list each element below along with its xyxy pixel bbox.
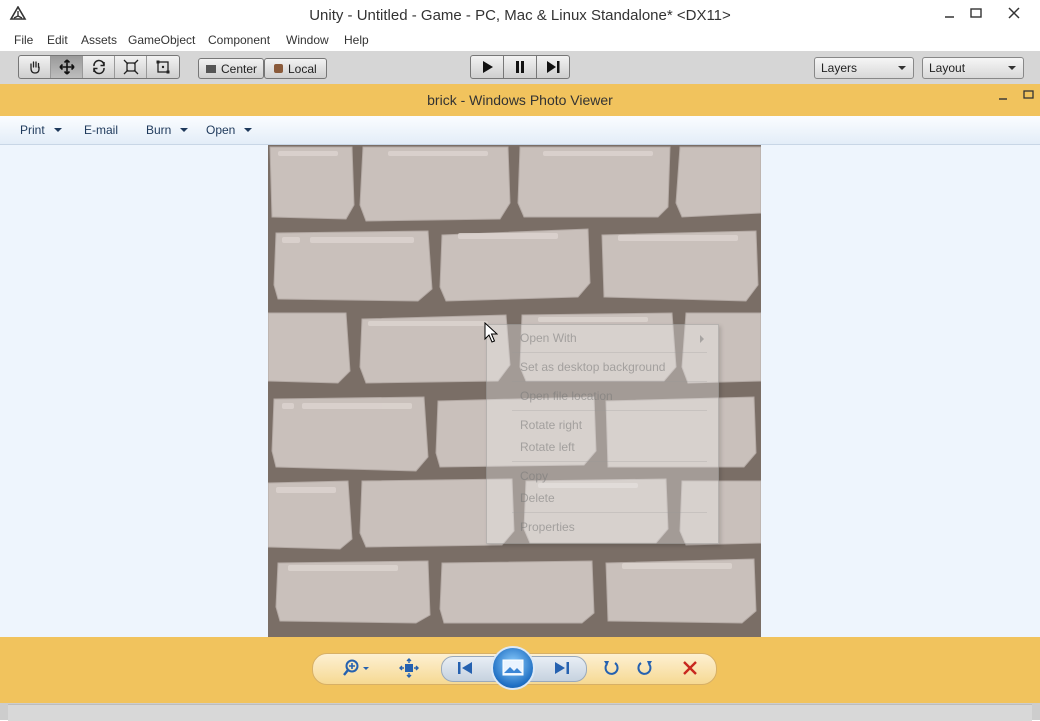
photo-viewer-title: brick - Windows Photo Viewer bbox=[427, 92, 613, 108]
delete-button[interactable] bbox=[679, 658, 701, 678]
rect-tool-icon bbox=[156, 60, 169, 74]
step-button[interactable] bbox=[536, 55, 570, 79]
print-menu[interactable]: Print bbox=[20, 123, 62, 137]
pivot-center-label: Center bbox=[221, 61, 258, 76]
layers-dropdown[interactable]: Layers bbox=[814, 57, 914, 79]
zoom-icon bbox=[343, 659, 369, 676]
open-label: Open bbox=[206, 123, 236, 137]
rotate-tool-button[interactable] bbox=[83, 56, 115, 78]
ctx-copy[interactable]: Copy bbox=[520, 469, 548, 483]
previous-icon bbox=[458, 662, 472, 674]
step-icon bbox=[547, 61, 560, 73]
open-menu[interactable]: Open bbox=[206, 123, 253, 137]
play-button[interactable] bbox=[470, 55, 504, 79]
transform-tools bbox=[18, 55, 180, 79]
layers-label: Layers bbox=[821, 61, 858, 75]
play-icon bbox=[483, 61, 493, 73]
hand-icon bbox=[29, 61, 40, 74]
slideshow-icon bbox=[502, 659, 524, 676]
slideshow-button[interactable] bbox=[491, 646, 535, 690]
minimize-button[interactable] bbox=[936, 4, 962, 24]
menu-file[interactable]: File bbox=[14, 33, 33, 47]
rotate-clockwise-button[interactable] bbox=[634, 658, 656, 678]
fit-window-icon bbox=[399, 658, 419, 678]
ctx-rotate-left[interactable]: Rotate left bbox=[520, 440, 575, 454]
ctx-separator bbox=[512, 512, 707, 513]
ctx-properties[interactable]: Properties bbox=[520, 520, 575, 534]
center-icon bbox=[206, 64, 216, 73]
menu-help[interactable]: Help bbox=[344, 33, 369, 47]
rotate-counterclockwise-button[interactable] bbox=[600, 658, 622, 678]
burn-label: Burn bbox=[146, 123, 172, 137]
print-label: Print bbox=[20, 123, 45, 137]
ctx-open-with[interactable]: Open With bbox=[520, 331, 577, 345]
rotate-right-icon bbox=[637, 661, 652, 675]
statusbar-panel bbox=[8, 704, 1032, 721]
menu-component[interactable]: Component bbox=[208, 33, 270, 47]
ctx-set-desktop-background[interactable]: Set as desktop background bbox=[520, 360, 665, 374]
zoom-button[interactable] bbox=[340, 658, 372, 678]
email-menu[interactable]: E-mail bbox=[84, 123, 118, 137]
delete-icon bbox=[683, 661, 697, 675]
rect-tool-button[interactable] bbox=[147, 56, 178, 78]
scale-tool-button[interactable] bbox=[115, 56, 147, 78]
ctx-rotate-right[interactable]: Rotate right bbox=[520, 418, 582, 432]
next-button[interactable] bbox=[551, 658, 573, 678]
ctx-delete[interactable]: Delete bbox=[520, 491, 555, 505]
ctx-separator bbox=[512, 410, 707, 411]
pv-maximize-button[interactable] bbox=[1021, 88, 1037, 102]
chevron-down-icon bbox=[898, 66, 906, 70]
menu-window[interactable]: Window bbox=[286, 33, 329, 47]
hand-tool-button[interactable] bbox=[19, 56, 51, 78]
rotate-icon bbox=[92, 59, 105, 75]
layout-label: Layout bbox=[929, 61, 966, 75]
fit-window-button[interactable] bbox=[398, 658, 420, 678]
menu-assets[interactable]: Assets bbox=[81, 33, 117, 47]
context-menu bbox=[486, 324, 719, 544]
menu-edit[interactable]: Edit bbox=[47, 33, 68, 47]
ctx-separator bbox=[512, 461, 707, 462]
chevron-down-icon bbox=[180, 128, 189, 132]
previous-button[interactable] bbox=[454, 658, 476, 678]
move-tool-button[interactable] bbox=[51, 56, 83, 78]
pause-button[interactable] bbox=[503, 55, 537, 79]
chevron-down-icon bbox=[1008, 66, 1016, 70]
pivot-local-label: Local bbox=[288, 61, 317, 76]
pv-minimize-button[interactable] bbox=[995, 92, 1011, 106]
chevron-down-icon bbox=[244, 128, 253, 132]
pause-icon bbox=[516, 61, 524, 73]
chevron-right-icon bbox=[700, 335, 704, 343]
close-button[interactable] bbox=[998, 2, 1030, 24]
mouse-cursor-icon bbox=[484, 322, 498, 343]
ctx-open-file-location[interactable]: Open file location bbox=[520, 389, 613, 403]
move-icon bbox=[58, 59, 75, 75]
chevron-down-icon bbox=[53, 128, 62, 132]
ctx-separator bbox=[512, 381, 707, 382]
scale-icon bbox=[123, 59, 138, 75]
menu-gameobject[interactable]: GameObject bbox=[128, 33, 195, 47]
layout-dropdown[interactable]: Layout bbox=[922, 57, 1024, 79]
rotate-left-icon bbox=[604, 661, 619, 675]
pivot-center-button[interactable]: Center bbox=[198, 58, 264, 79]
local-icon bbox=[274, 64, 283, 73]
window-title: Unity - Untitled - Game - PC, Mac & Linu… bbox=[309, 7, 731, 24]
next-icon bbox=[555, 662, 569, 674]
maximize-button[interactable] bbox=[963, 4, 989, 24]
burn-menu[interactable]: Burn bbox=[146, 123, 189, 137]
pivot-local-button[interactable]: Local bbox=[264, 58, 327, 79]
ctx-separator bbox=[512, 352, 707, 353]
